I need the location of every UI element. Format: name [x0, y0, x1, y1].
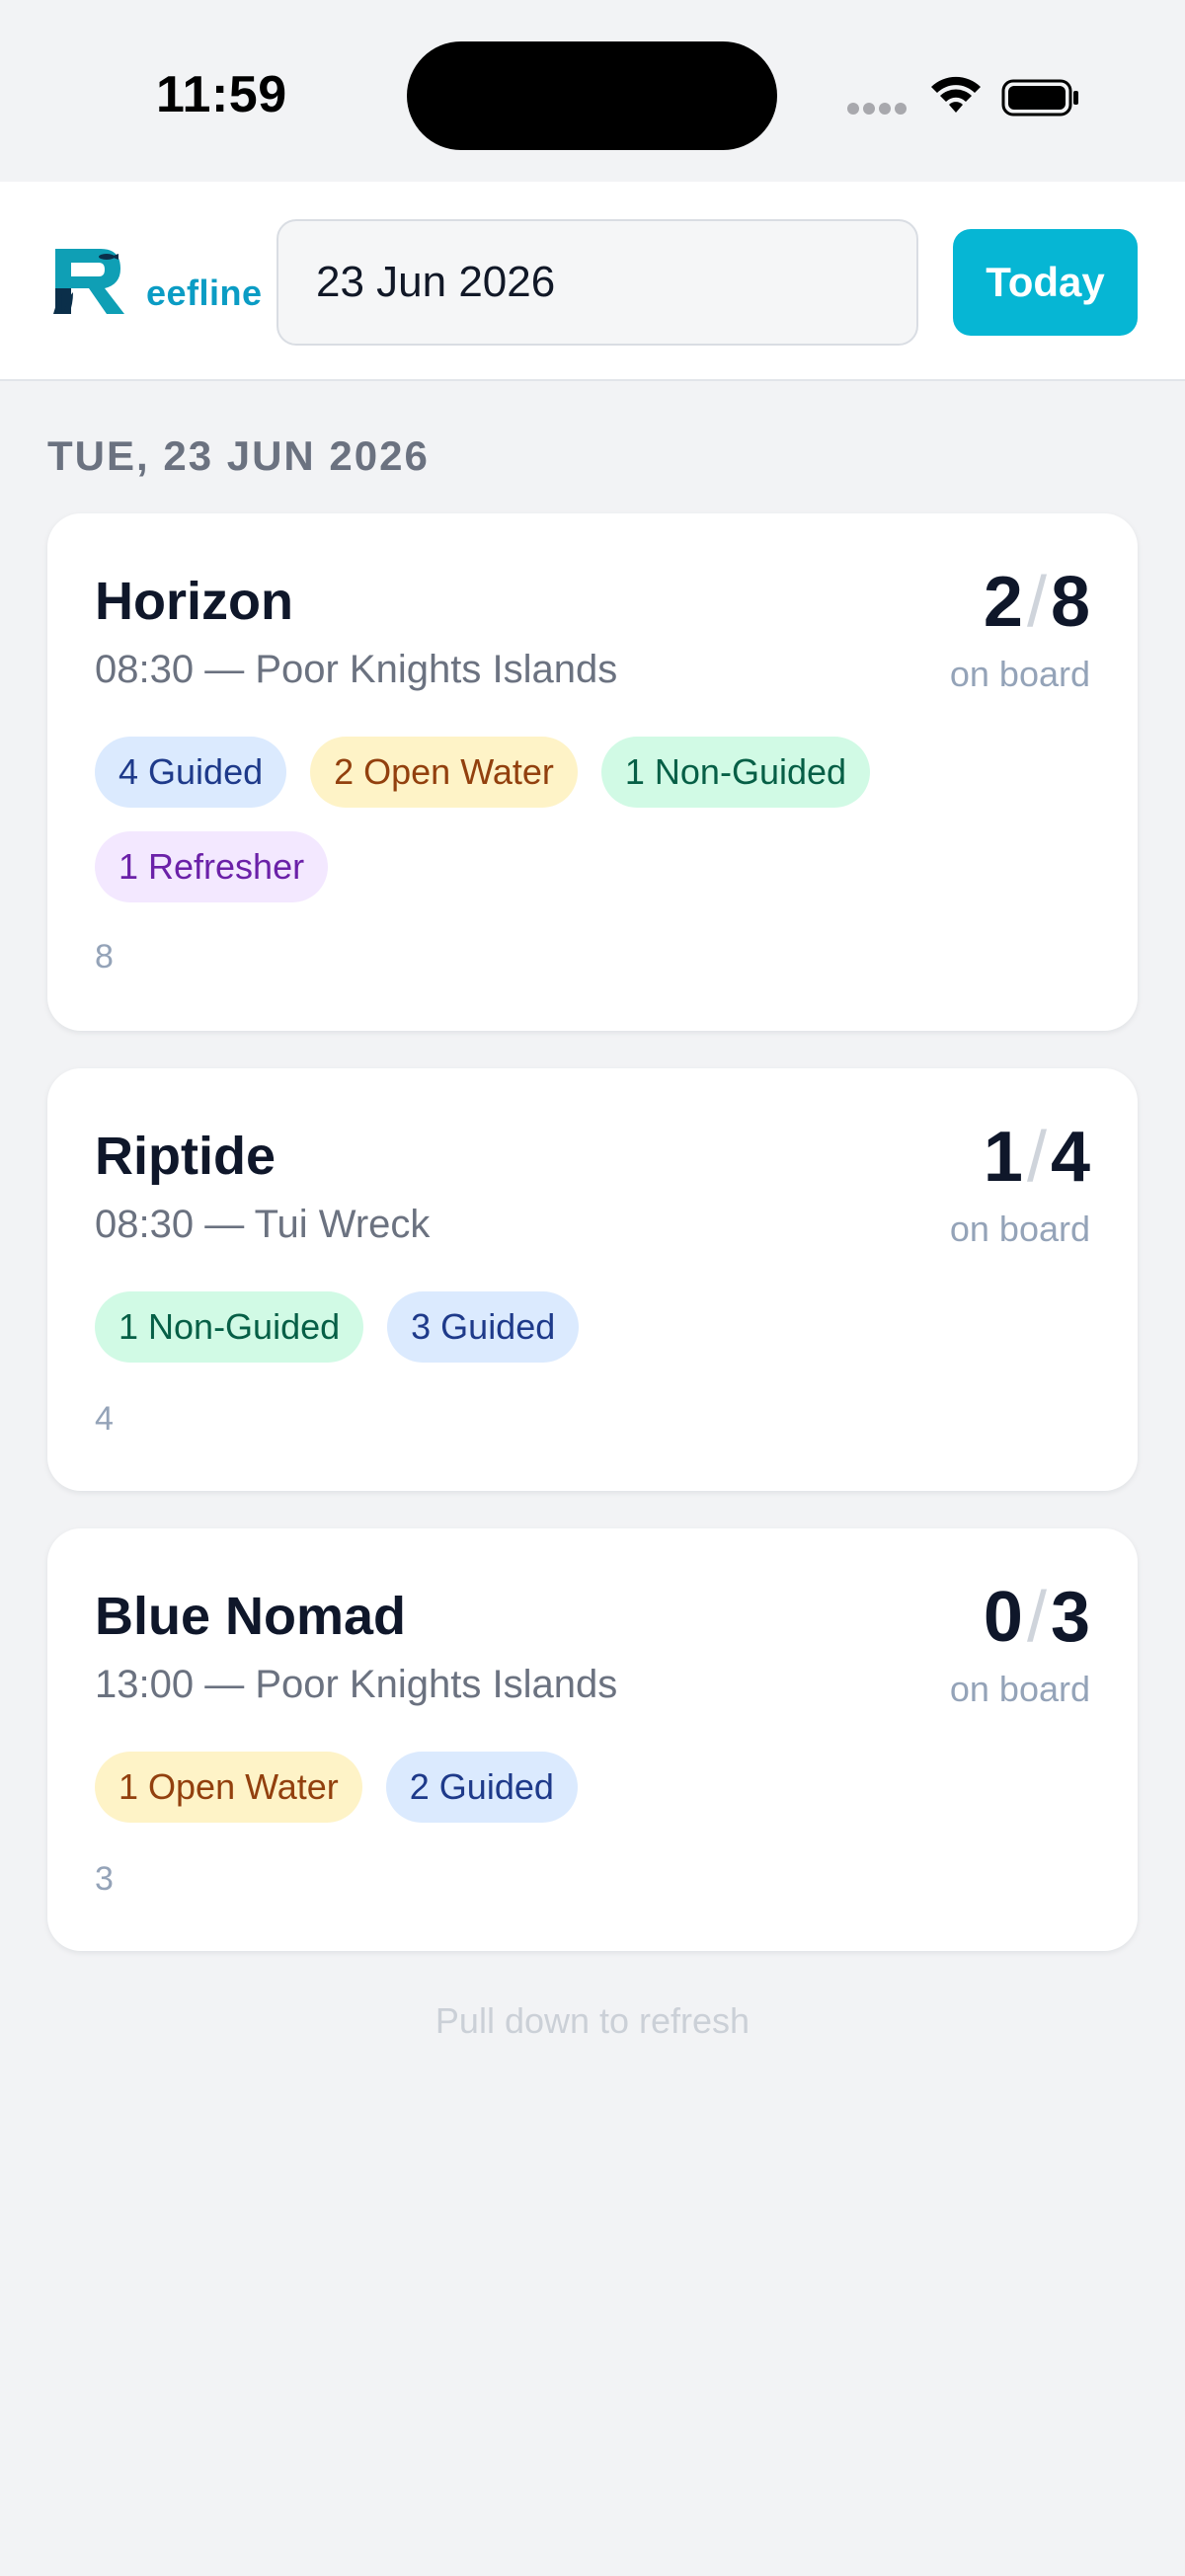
logo-mark-icon [53, 249, 124, 314]
diver-type-tags: 1 Non-Guided 3 Guided [95, 1291, 984, 1386]
diver-type-tags: 1 Open Water 2 Guided [95, 1752, 984, 1846]
today-button[interactable]: Today [953, 229, 1138, 336]
trip-occupancy: 2/8 [983, 563, 1090, 642]
tag-refresher: 1 Refresher [95, 831, 329, 902]
tag-guided: 4 Guided [95, 737, 287, 808]
cellular-signal-icon [847, 103, 908, 115]
logo-text: eefline [146, 273, 263, 313]
trip-occupancy: 1/4 [983, 1118, 1090, 1197]
reefline-logo: eefline [49, 243, 262, 322]
dynamic-island [407, 41, 777, 150]
tag-open-water: 2 Open Water [310, 737, 578, 808]
diver-type-tags: 4 Guided 2 Open Water 1 Non-Guided 1 Refres… [95, 737, 984, 926]
section-date-heading: TUE, 23 JUN 2026 [47, 432, 430, 479]
app-header: eefline 23 Jun 2026 Today [0, 182, 1185, 381]
trip-boat-name: Blue Nomad [95, 1587, 407, 1646]
tag-non-guided: 1 Non-Guided [95, 1291, 364, 1363]
trip-occupancy: 0/3 [983, 1578, 1090, 1657]
trip-card-horizon[interactable]: Horizon 08:30 — Poor Knights Islands 2/8… [47, 513, 1138, 1031]
on-board-label: on board [949, 1209, 1090, 1249]
trip-card-blue-nomad[interactable]: Blue Nomad 13:00 — Poor Knights Islands … [47, 1528, 1138, 1951]
pull-to-refresh-hint: Pull down to refresh [434, 2000, 750, 2041]
trip-time-site: 13:00 — Poor Knights Islands [95, 1663, 618, 1706]
date-picker-field[interactable]: 23 Jun 2026 [276, 219, 918, 346]
trip-card-riptide[interactable]: Riptide 08:30 — Tui Wreck 1/4 on board 1… [47, 1068, 1138, 1491]
trip-time-site: 08:30 — Poor Knights Islands [95, 648, 618, 691]
trip-time-site: 08:30 — Tui Wreck [95, 1203, 431, 1246]
trip-footer-count: 8 [95, 938, 114, 976]
trip-boat-name: Riptide [95, 1127, 276, 1186]
trip-footer-count: 3 [95, 1860, 114, 1898]
on-board-label: on board [949, 654, 1090, 694]
wifi-icon [931, 76, 981, 113]
trip-footer-count: 4 [95, 1400, 114, 1438]
tag-open-water: 1 Open Water [95, 1752, 362, 1823]
trip-boat-name: Horizon [95, 572, 293, 631]
status-bar: 11:59 [0, 0, 1185, 182]
tag-guided: 2 Guided [385, 1752, 578, 1823]
on-board-label: on board [949, 1669, 1090, 1709]
battery-icon [1001, 79, 1078, 117]
tag-guided: 3 Guided [387, 1291, 580, 1363]
tag-non-guided: 1 Non-Guided [600, 737, 871, 808]
status-time: 11:59 [156, 66, 287, 123]
